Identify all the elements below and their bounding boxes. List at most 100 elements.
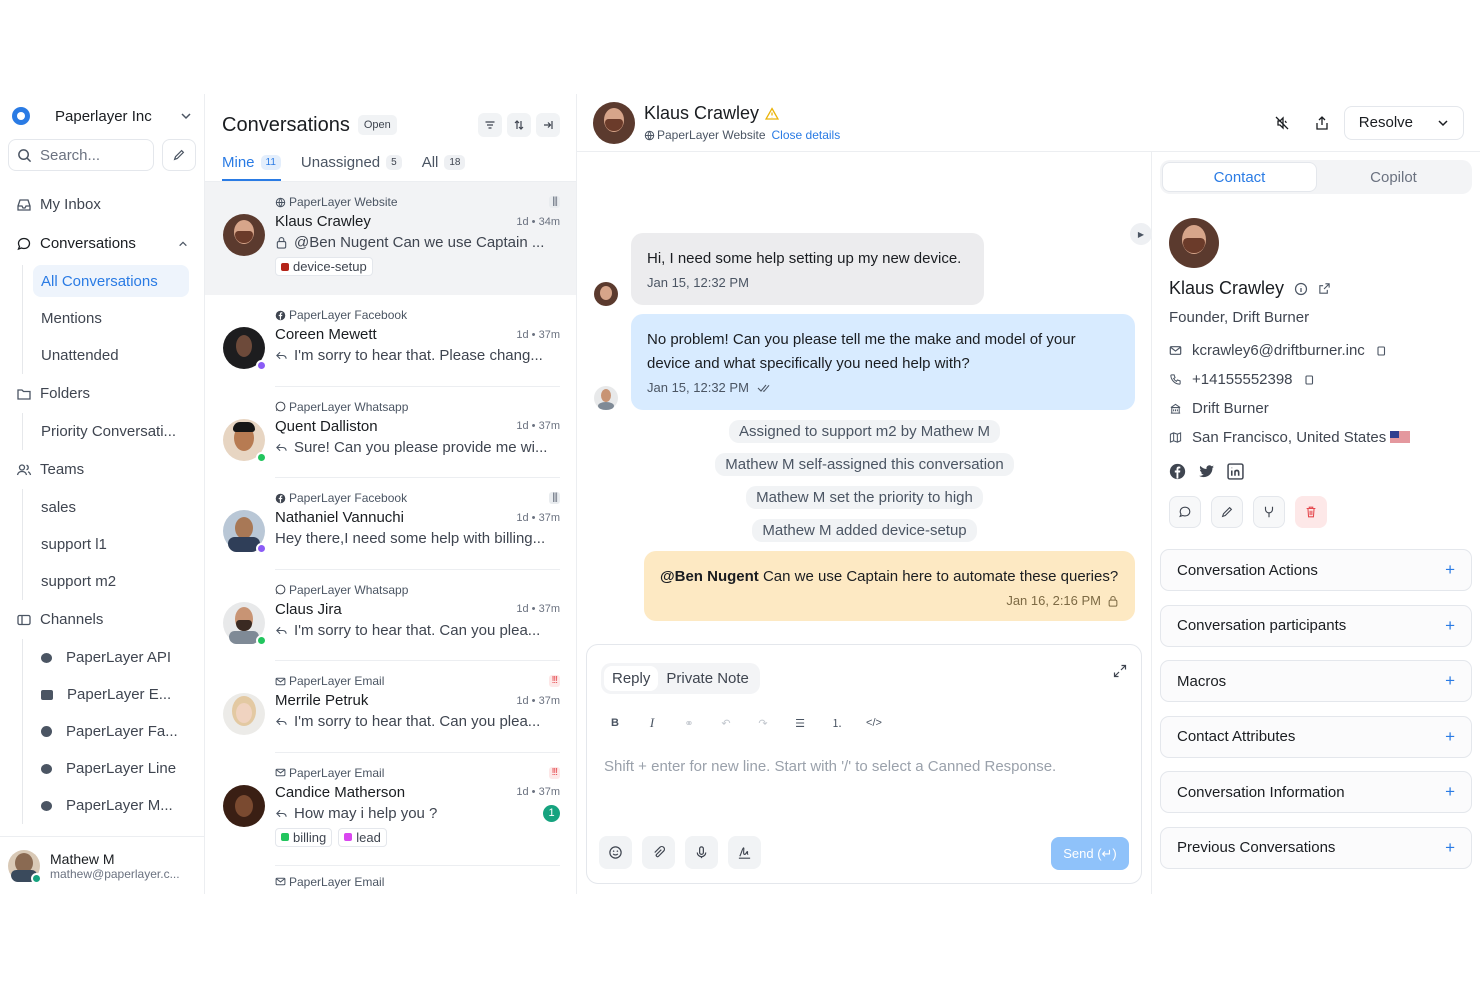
undo-icon[interactable]: ↶: [716, 717, 736, 730]
section-conversation-information[interactable]: Conversation Information +: [1160, 771, 1472, 813]
status-badge[interactable]: Open: [357, 115, 397, 135]
mute-icon[interactable]: [1274, 115, 1290, 131]
conversation-item[interactable]: PaperLayer Facebook Coreen Mewett 1d • 3…: [205, 295, 576, 387]
plus-icon: +: [1445, 560, 1455, 579]
collapse-list-icon[interactable]: [536, 113, 560, 137]
section-previous-conversations[interactable]: Previous Conversations +: [1160, 826, 1472, 869]
delete-icon[interactable]: [1295, 496, 1327, 528]
conversation-item[interactable]: PaperLayer Email !!! Merrile Petruk 1d •…: [205, 661, 576, 753]
nav-teams[interactable]: Teams: [0, 450, 204, 489]
code-icon[interactable]: </>: [864, 717, 884, 729]
label-tag[interactable]: lead: [338, 827, 387, 847]
filter-icon[interactable]: [478, 113, 502, 137]
label-tag[interactable]: billing: [275, 827, 333, 847]
inbox-name: PaperLayer Email: [289, 765, 385, 780]
contact-panel: Contact Copilot Klaus Crawley Founder, D…: [1152, 94, 1480, 894]
current-user[interactable]: Mathew M mathew@paperlayer.c...: [0, 836, 205, 894]
facebook-icon[interactable]: [1169, 463, 1186, 480]
microphone-icon[interactable]: [685, 836, 718, 869]
inbox-name: PaperLayer Email: [289, 874, 385, 889]
reply-tab[interactable]: Reply: [604, 666, 659, 691]
resolve-button[interactable]: Resolve: [1343, 105, 1464, 140]
nav-folder-priority[interactable]: Priority Conversati...: [33, 413, 189, 450]
tab-count: 11: [260, 155, 281, 170]
tab-mine[interactable]: Mine 11: [222, 154, 281, 181]
contact-company: Drift Burner: [1192, 400, 1269, 417]
nav-unattended[interactable]: Unattended: [33, 337, 189, 374]
expand-panel-icon[interactable]: ▶: [1130, 223, 1152, 245]
compose-button[interactable]: [162, 139, 196, 171]
tab-copilot[interactable]: Copilot: [1317, 162, 1470, 192]
sort-icon[interactable]: [507, 113, 531, 137]
contact-name: Quent Dalliston: [275, 417, 378, 435]
nav-channel-facebook[interactable]: PaperLayer Fa...: [33, 713, 189, 750]
nav-all-conversations[interactable]: All Conversations: [33, 265, 189, 297]
conversation-item[interactable]: PaperLayer Whatsapp Quent Dalliston 1d •…: [205, 387, 576, 478]
nav-channel-email[interactable]: PaperLayer E...: [33, 676, 189, 713]
reply-icon: [275, 715, 288, 728]
workspace-switcher[interactable]: Paperlayer Inc: [0, 94, 204, 138]
tab-all[interactable]: All 18: [422, 154, 466, 181]
close-details-link[interactable]: Close details: [772, 128, 841, 142]
bold-icon[interactable]: B: [605, 717, 625, 729]
inbox-name: PaperLayer Website: [289, 195, 398, 209]
conversation-item[interactable]: PaperLayer Website ||| Klaus Crawley 1d …: [205, 182, 576, 295]
activity-message: Assigned to support m2 by Mathew M: [577, 420, 1152, 443]
section-contact-attributes[interactable]: Contact Attributes +: [1160, 715, 1472, 758]
section-macros[interactable]: Macros +: [1160, 660, 1472, 702]
conversation-item[interactable]: PaperLayer Whatsapp Claus Jira 1d • 37m …: [205, 570, 576, 661]
chevron-up-icon: [178, 239, 188, 249]
merge-icon[interactable]: [1253, 496, 1285, 528]
italic-icon[interactable]: I: [642, 715, 662, 731]
info-icon[interactable]: [1294, 282, 1308, 296]
send-button[interactable]: Send (↵): [1051, 837, 1129, 870]
nav-channels[interactable]: Channels: [0, 600, 204, 639]
external-link-icon[interactable]: [1318, 282, 1331, 295]
search-input[interactable]: Search...: [8, 139, 154, 171]
nav-team-support-l1[interactable]: support l1: [33, 526, 189, 563]
private-note-tab[interactable]: Private Note: [658, 666, 757, 691]
nav-team-sales[interactable]: sales: [33, 489, 189, 526]
conversation-item[interactable]: PaperLayer Email !!! Candice Matherson 1…: [205, 753, 576, 866]
section-conversation-actions[interactable]: Conversation Actions +: [1160, 549, 1472, 591]
tab-unassigned[interactable]: Unassigned 5: [301, 154, 402, 181]
nav-channel-line[interactable]: PaperLayer Line: [33, 750, 189, 787]
us-flag-icon: [1390, 431, 1411, 444]
note-mention[interactable]: @Ben Nugent: [660, 568, 759, 585]
label-tag[interactable]: device-setup: [275, 257, 373, 276]
conversation-item[interactable]: PaperLayer Email: [205, 866, 576, 895]
nav-mentions[interactable]: Mentions: [33, 300, 189, 337]
attachment-icon[interactable]: [642, 836, 675, 869]
contact-phone[interactable]: +14155552398: [1192, 371, 1293, 388]
conversation-item[interactable]: PaperLayer Facebook ||| Nathaniel Vannuc…: [205, 478, 576, 570]
nav-my-inbox[interactable]: My Inbox: [0, 185, 204, 224]
redo-icon[interactable]: ↷: [753, 717, 773, 730]
expand-icon[interactable]: [1113, 664, 1127, 678]
folder-list: Priority Conversati...: [22, 413, 204, 450]
emoji-icon[interactable]: [599, 836, 632, 869]
tab-contact[interactable]: Contact: [1162, 162, 1317, 192]
numbered-list-icon[interactable]: ⒈: [827, 715, 847, 731]
copy-icon[interactable]: [1375, 345, 1387, 357]
globe-icon: [41, 652, 52, 663]
contact-email[interactable]: kcrawley6@driftburner.inc: [1192, 342, 1365, 359]
new-message-icon[interactable]: [1169, 496, 1201, 528]
edit-icon[interactable]: [1211, 496, 1243, 528]
nav-team-support-m2[interactable]: support m2: [33, 563, 189, 600]
channel-list: PaperLayer API PaperLayer E... PaperLaye…: [22, 639, 204, 824]
copy-icon[interactable]: [1303, 374, 1315, 386]
signature-icon[interactable]: [728, 836, 761, 869]
bullet-list-icon[interactable]: ☰: [790, 717, 810, 730]
nav-conversations[interactable]: Conversations: [0, 224, 204, 263]
conversation-header: Klaus Crawley PaperLayer Website Close d…: [577, 94, 1480, 152]
message-input[interactable]: Shift + enter for new line. Start with '…: [604, 758, 1056, 775]
avatar: [223, 693, 265, 735]
twitter-icon[interactable]: [1198, 463, 1215, 480]
section-conversation-participants[interactable]: Conversation participants +: [1160, 604, 1472, 647]
linkedin-icon[interactable]: [1227, 463, 1244, 480]
nav-channel-m[interactable]: PaperLayer M...: [33, 787, 189, 824]
share-icon[interactable]: [1314, 115, 1330, 131]
nav-channel-api[interactable]: PaperLayer API: [33, 639, 189, 676]
link-icon[interactable]: ⚭: [679, 717, 699, 730]
nav-folders[interactable]: Folders: [0, 374, 204, 413]
